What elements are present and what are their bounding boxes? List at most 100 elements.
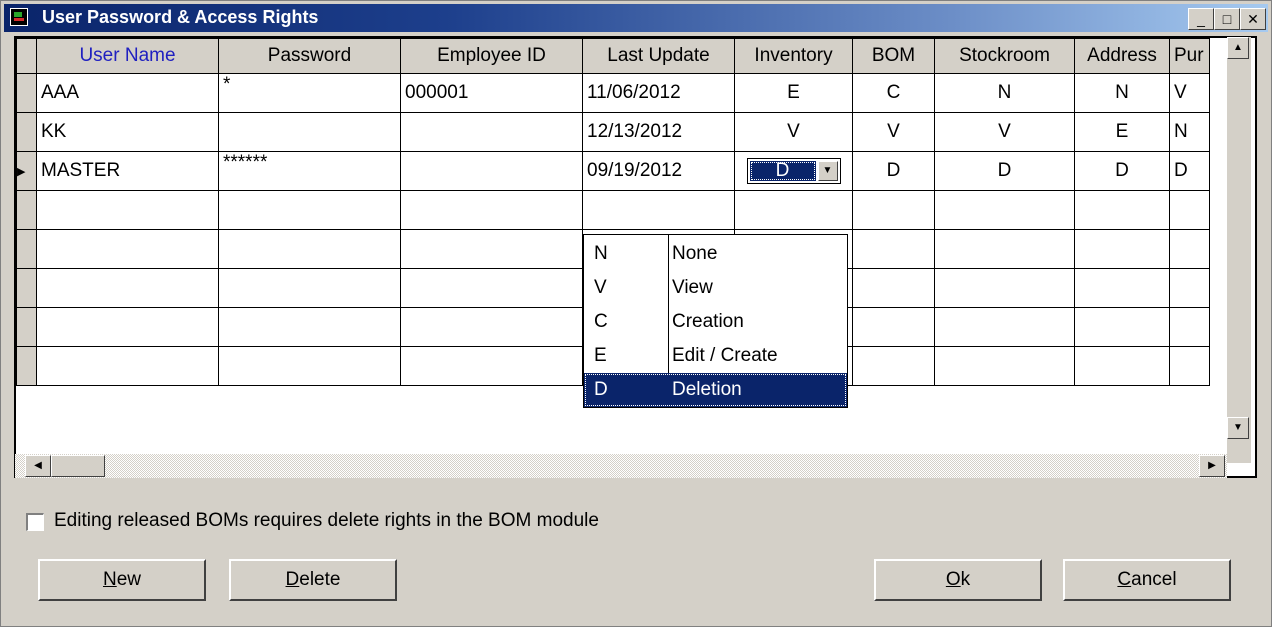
cell-bom[interactable]: C <box>852 73 935 113</box>
empty-cell[interactable] <box>36 229 219 269</box>
empty-cell[interactable] <box>852 229 935 269</box>
cell-password[interactable] <box>218 112 401 152</box>
cell-address[interactable]: D <box>1074 151 1170 191</box>
empty-cell[interactable] <box>852 268 935 308</box>
current-row-indicator[interactable]: ▶ <box>16 151 37 191</box>
row-indicator[interactable] <box>16 112 37 152</box>
ok-button[interactable]: Ok <box>874 559 1042 601</box>
empty-cell[interactable] <box>218 229 401 269</box>
editing-released-boms-checkbox[interactable] <box>26 513 44 531</box>
empty-cell[interactable] <box>934 190 1075 230</box>
empty-cell[interactable] <box>36 307 219 347</box>
empty-cell[interactable] <box>1169 190 1210 230</box>
empty-cell[interactable] <box>218 268 401 308</box>
cell-employee-id[interactable] <box>400 151 583 191</box>
empty-cell[interactable] <box>36 346 219 386</box>
empty-cell[interactable] <box>218 190 401 230</box>
dropdown-option-deletion[interactable]: D Deletion <box>584 373 847 407</box>
dropdown-option-edit-create[interactable]: E Edit / Create <box>584 339 847 373</box>
cell-bom[interactable]: V <box>852 112 935 152</box>
empty-cell[interactable] <box>400 307 583 347</box>
cell-address[interactable]: E <box>1074 112 1170 152</box>
horizontal-scroll-thumb[interactable] <box>51 455 105 477</box>
empty-cell[interactable] <box>1169 346 1210 386</box>
empty-cell[interactable] <box>36 190 219 230</box>
empty-cell[interactable] <box>934 229 1075 269</box>
inventory-combobox[interactable]: D ▼ <box>746 158 841 184</box>
empty-cell[interactable] <box>36 268 219 308</box>
row-indicator[interactable] <box>16 307 37 347</box>
column-header-employee-id[interactable]: Employee ID <box>400 38 583 74</box>
row-indicator[interactable] <box>16 73 37 113</box>
cell-user-name[interactable]: MASTER <box>36 151 219 191</box>
empty-cell[interactable] <box>852 190 935 230</box>
cell-stockroom[interactable]: N <box>934 73 1075 113</box>
empty-cell[interactable] <box>1074 346 1170 386</box>
empty-cell[interactable] <box>218 346 401 386</box>
vertical-scrollbar[interactable]: ▲ ▼ <box>1227 37 1251 463</box>
empty-cell[interactable] <box>934 346 1075 386</box>
editing-released-boms-label[interactable]: Editing released BOMs requires delete ri… <box>54 510 599 532</box>
table-row[interactable]: AAA * 000001 11/06/2012 E C N N V <box>16 73 1210 113</box>
table-row[interactable]: KK 12/13/2012 V V V E N <box>16 112 1210 152</box>
empty-cell[interactable] <box>1169 268 1210 308</box>
empty-cell[interactable] <box>400 190 583 230</box>
cell-stockroom[interactable]: D <box>934 151 1075 191</box>
cell-employee-id[interactable] <box>400 112 583 152</box>
empty-cell[interactable] <box>1074 268 1170 308</box>
empty-cell[interactable] <box>400 268 583 308</box>
dropdown-option-none[interactable]: N None <box>584 237 847 271</box>
column-header-password[interactable]: Password <box>218 38 401 74</box>
cell-last-update[interactable]: 12/13/2012 <box>582 112 735 152</box>
empty-cell[interactable] <box>1169 307 1210 347</box>
cell-inventory[interactable]: E <box>734 73 853 113</box>
empty-cell[interactable] <box>934 268 1075 308</box>
cell-last-update[interactable]: 11/06/2012 <box>582 73 735 113</box>
row-indicator[interactable] <box>16 190 37 230</box>
row-indicator[interactable] <box>16 229 37 269</box>
cell-password[interactable]: ****** <box>218 151 401 191</box>
empty-cell[interactable] <box>1074 229 1170 269</box>
cell-stockroom[interactable]: V <box>934 112 1075 152</box>
column-header-user-name[interactable]: User Name <box>36 38 219 74</box>
empty-cell[interactable] <box>1074 190 1170 230</box>
column-header-stockroom[interactable]: Stockroom <box>934 38 1075 74</box>
empty-cell[interactable] <box>734 190 853 230</box>
cell-user-name[interactable]: AAA <box>36 73 219 113</box>
empty-cell[interactable] <box>1169 229 1210 269</box>
empty-cell[interactable] <box>852 346 935 386</box>
close-button[interactable]: ✕ <box>1240 8 1266 30</box>
chevron-down-icon[interactable]: ▼ <box>817 161 838 181</box>
cell-pur[interactable]: V <box>1169 73 1210 113</box>
scroll-left-arrow-icon[interactable]: ◀ <box>25 455 51 477</box>
cell-password[interactable]: * <box>218 73 401 113</box>
column-header-inventory[interactable]: Inventory <box>734 38 853 74</box>
empty-cell[interactable] <box>582 190 735 230</box>
table-row-empty[interactable] <box>16 190 1210 230</box>
cell-user-name[interactable]: KK <box>36 112 219 152</box>
column-header-address[interactable]: Address <box>1074 38 1170 74</box>
empty-cell[interactable] <box>400 346 583 386</box>
cell-bom[interactable]: D <box>852 151 935 191</box>
dropdown-option-creation[interactable]: C Creation <box>584 305 847 339</box>
empty-cell[interactable] <box>1074 307 1170 347</box>
empty-cell[interactable] <box>934 307 1075 347</box>
row-indicator[interactable] <box>16 346 37 386</box>
cancel-button[interactable]: Cancel <box>1063 559 1231 601</box>
scroll-right-arrow-icon[interactable]: ▶ <box>1199 455 1225 477</box>
cell-last-update[interactable]: 09/19/2012 <box>582 151 735 191</box>
cell-address[interactable]: N <box>1074 73 1170 113</box>
inventory-combobox-value[interactable]: D <box>749 161 816 181</box>
cell-employee-id[interactable]: 000001 <box>400 73 583 113</box>
cell-pur[interactable]: D <box>1169 151 1210 191</box>
table-row-selected[interactable]: ▶ MASTER ****** 09/19/2012 D ▼ D D D D <box>16 151 1210 191</box>
maximize-button[interactable]: □ <box>1214 8 1240 30</box>
title-bar[interactable]: User Password & Access Rights _ □ ✕ <box>4 4 1268 32</box>
cell-inventory-editor[interactable]: D ▼ <box>734 151 853 191</box>
scroll-down-arrow-icon[interactable]: ▼ <box>1227 417 1249 439</box>
column-header-last-update[interactable]: Last Update <box>582 38 735 74</box>
minimize-button[interactable]: _ <box>1188 8 1214 30</box>
delete-button[interactable]: Delete <box>229 559 397 601</box>
inventory-dropdown-list[interactable]: N None V View C Creation E Edit / Create… <box>583 234 848 408</box>
empty-cell[interactable] <box>218 307 401 347</box>
